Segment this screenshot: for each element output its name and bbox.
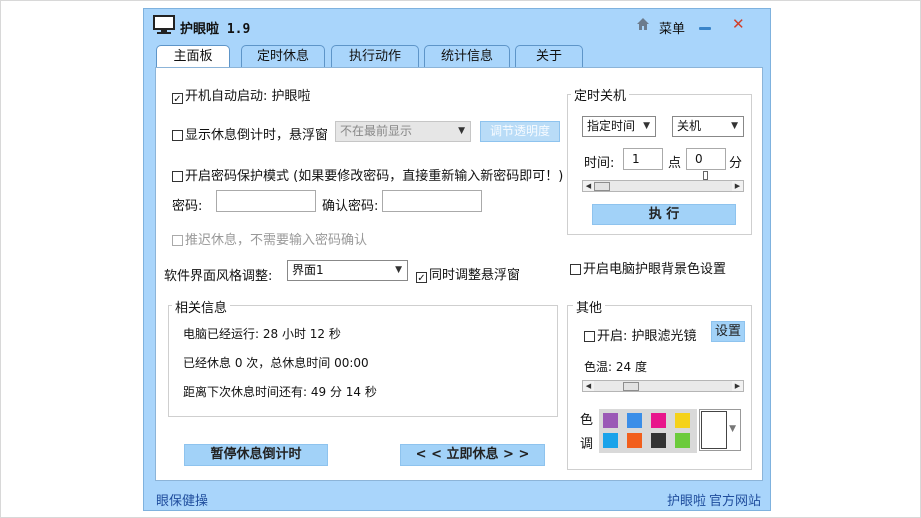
delay-rest-checkbox	[172, 235, 183, 246]
autostart-label: 开机自动启动: 护眼啦	[185, 89, 311, 104]
color-swatch[interactable]	[675, 413, 690, 428]
color-swatch[interactable]	[651, 413, 666, 428]
app-window: 护眼啦 1.9 菜单 ✕ 主面板 定时休息 执行动作 统计信息 关于 ✓ 开机自动…	[143, 8, 771, 511]
execute-button[interactable]: 执 行	[592, 204, 736, 225]
transparency-button: 调节透明度	[480, 121, 560, 142]
chevron-right-icon[interactable]: ▶	[732, 181, 743, 191]
style-label: 软件界面风格调整:	[164, 269, 273, 284]
shutdown-action-value: 关机	[677, 119, 702, 133]
temperature-slider-thumb[interactable]	[623, 382, 640, 391]
pause-countdown-button[interactable]: 暂停休息倒计时	[184, 444, 328, 466]
background-row[interactable]: 开启电脑护眼背景色设置	[570, 258, 726, 277]
color-swatch-grid	[599, 409, 697, 453]
rest-now-button[interactable]: < < 立即休息 > >	[400, 444, 545, 466]
float-row[interactable]: 显示休息倒计时，悬浮窗	[172, 124, 328, 143]
shutdown-hour-unit: 点	[668, 156, 682, 171]
window-title: 护眼啦 1.9	[180, 22, 251, 37]
color-preview-dropdown[interactable]: ▼	[699, 409, 741, 451]
filter-checkbox[interactable]	[584, 331, 595, 342]
autostart-row[interactable]: ✓ 开机自动启动: 护眼啦	[172, 85, 311, 105]
delay-rest-label: 推迟休息，不需要输入密码确认	[185, 233, 368, 248]
official-site-link[interactable]: 官方网站	[709, 490, 761, 509]
chevron-down-icon: ▼	[458, 126, 465, 136]
next-rest-text: 距离下次休息时间还有: 49 分 14 秒	[183, 385, 377, 399]
chevron-left-icon[interactable]: ◀	[583, 381, 594, 391]
filter-row[interactable]: 开启: 护眼滤光镜	[584, 325, 697, 344]
color-swatch[interactable]	[651, 433, 666, 448]
float-position-select: 不在最前显示 ▼	[335, 121, 471, 142]
shutdown-mode-select[interactable]: 指定时间 ▼	[582, 116, 656, 137]
menu-button[interactable]: 菜单	[659, 18, 685, 37]
main-panel: ✓ 开机自动启动: 护眼啦 显示休息倒计时，悬浮窗 不在最前显示 ▼ 调节透明度 …	[155, 67, 763, 481]
password-mode-label: 开启密码保护模式 (如果要修改密码，直接重新输入新密码即可！)	[185, 169, 564, 184]
delay-rest-row: 推迟休息，不需要输入密码确认	[172, 229, 367, 248]
color-swatch[interactable]	[675, 433, 690, 448]
close-icon[interactable]: ✕	[732, 15, 745, 33]
tab-timed-rest[interactable]: 定时休息	[241, 45, 325, 67]
color-swatch[interactable]	[603, 413, 618, 428]
sync-float-row[interactable]: ✓ 同时调整悬浮窗	[416, 264, 521, 284]
chevron-down-icon: ▼	[643, 121, 650, 131]
temperature-label: 色温: 24 度	[584, 360, 647, 374]
monitor-icon	[153, 15, 175, 34]
shutdown-slider[interactable]: ◀ ▶	[582, 180, 744, 192]
info-group-title: 相关信息	[172, 297, 231, 316]
chevron-down-icon: ▼	[731, 121, 738, 131]
password-mode-checkbox[interactable]	[172, 171, 183, 182]
color-preview	[701, 411, 727, 449]
password-mode-row[interactable]: 开启密码保护模式 (如果要修改密码，直接重新输入新密码即可！)	[172, 165, 563, 184]
chevron-down-icon: ▼	[395, 265, 402, 275]
chevron-left-icon[interactable]: ◀	[583, 181, 594, 191]
color-swatch[interactable]	[603, 433, 618, 448]
temperature-slider[interactable]: ◀ ▶	[582, 380, 744, 392]
color-swatch[interactable]	[627, 413, 642, 428]
confirm-password-field[interactable]	[382, 190, 482, 212]
tab-statistics[interactable]: 统计信息	[424, 45, 510, 67]
float-checkbox[interactable]	[172, 130, 183, 141]
sync-float-checkbox[interactable]: ✓	[416, 272, 427, 284]
shutdown-minute-field[interactable]: 0	[686, 148, 726, 170]
color-swatch[interactable]	[627, 433, 642, 448]
background-label: 开启电脑护眼背景色设置	[583, 262, 727, 277]
home-icon[interactable]	[636, 17, 650, 31]
shutdown-hour-field[interactable]: 1	[623, 148, 663, 170]
tab-main[interactable]: 主面板	[156, 45, 230, 69]
style-select[interactable]: 界面1 ▼	[287, 260, 408, 281]
float-position-value: 不在最前显示	[340, 124, 413, 138]
minimize-icon[interactable]	[699, 27, 711, 30]
password-label: 密码:	[172, 199, 203, 214]
other-group-title: 其他	[573, 297, 606, 316]
eye-exercise-link[interactable]: 眼保健操	[156, 490, 208, 509]
chevron-right-icon[interactable]: ▶	[732, 381, 743, 391]
shutdown-action-select[interactable]: 关机 ▼	[672, 116, 744, 137]
style-select-value: 界面1	[292, 263, 324, 277]
rest-count-text: 已经休息 0 次，总休息时间 00:00	[183, 356, 369, 370]
tab-about[interactable]: 关于	[515, 45, 583, 67]
shutdown-slider-thumb[interactable]	[594, 182, 610, 191]
tone-label-bottom: 调	[580, 437, 594, 452]
filter-settings-button[interactable]: 设置	[711, 321, 745, 342]
filter-label: 开启: 护眼滤光镜	[597, 329, 697, 344]
background-checkbox[interactable]	[570, 264, 581, 275]
uptime-text: 电脑已经运行: 28 小时 12 秒	[183, 327, 341, 341]
tab-actions[interactable]: 执行动作	[331, 45, 419, 67]
autostart-checkbox[interactable]: ✓	[172, 93, 183, 105]
tone-label-top: 色	[580, 413, 594, 428]
shutdown-time-label: 时间:	[584, 156, 615, 171]
app-name-link[interactable]: 护眼啦	[667, 490, 706, 509]
shutdown-mode-value: 指定时间	[587, 119, 636, 133]
sync-float-label: 同时调整悬浮窗	[429, 268, 521, 283]
password-field[interactable]	[216, 190, 316, 212]
chevron-down-icon: ▼	[729, 424, 736, 434]
confirm-password-label: 确认密码:	[322, 199, 379, 214]
float-label: 显示休息倒计时，悬浮窗	[185, 128, 329, 143]
shutdown-group-title: 定时关机	[571, 85, 630, 104]
shutdown-minute-unit: 分	[729, 156, 743, 171]
minute-slider-tick	[703, 171, 708, 180]
